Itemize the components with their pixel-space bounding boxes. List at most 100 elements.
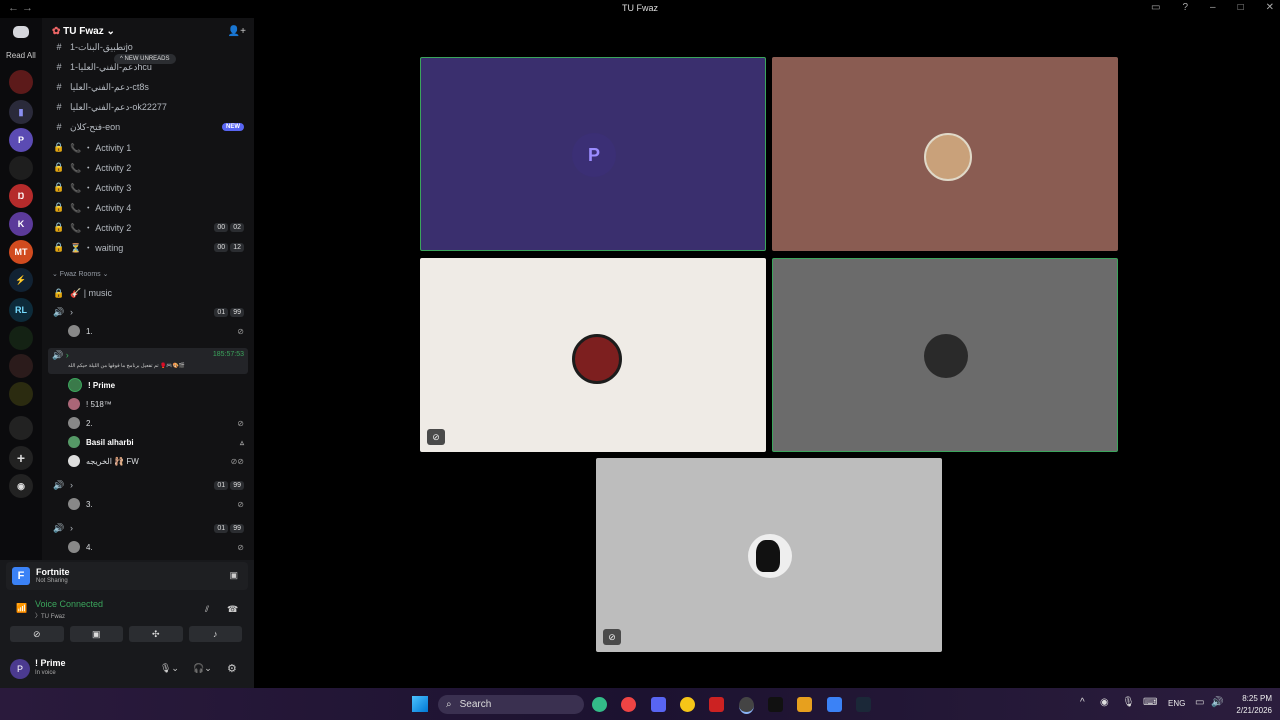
voice-channel[interactable]: 🔊 › 01 99 — [52, 303, 248, 321]
avatar — [68, 541, 80, 553]
voice-channel[interactable]: 🔊 › 01 99 — [52, 519, 248, 537]
hashtag-icon: # — [56, 42, 62, 52]
muted-icon: ⊘ — [427, 429, 445, 445]
add-server-icon[interactable]: + — [9, 446, 33, 470]
channel-item[interactable]: # دعم-الفني-العليا-ok22277 — [52, 98, 248, 116]
server-icon[interactable] — [9, 354, 33, 378]
channel-item[interactable]: 🔒 📞 ・ Activity 2 00 02 — [52, 218, 248, 236]
participant-tile[interactable] — [772, 258, 1118, 452]
server-icon[interactable] — [9, 326, 33, 350]
channel-item[interactable]: 🔒 📞 ・ Activity 3 — [52, 178, 248, 196]
minimize-button[interactable]: – — [1210, 2, 1216, 13]
server-icon[interactable]: K — [9, 212, 33, 236]
app-icon[interactable] — [680, 697, 695, 712]
channel-label: 📞 ・ Activity 4 — [70, 202, 132, 213]
screen-share-icon[interactable]: ▣ — [229, 570, 238, 581]
app-icon[interactable] — [768, 697, 783, 712]
close-button[interactable]: ✕ — [1266, 2, 1274, 13]
windows-start-icon[interactable] — [412, 696, 428, 712]
app-icon[interactable] — [797, 697, 812, 712]
inbox-icon[interactable]: ▭ — [1151, 2, 1160, 13]
activity-card[interactable]: F Fortnite Not Sharing ▣ — [6, 562, 248, 590]
server-icon[interactable]: ▮ — [9, 100, 33, 124]
voice-member[interactable]: ! Prime — [68, 377, 248, 393]
obs-icon[interactable] — [739, 697, 754, 714]
user-avatar[interactable]: P — [10, 659, 30, 679]
taskbar-search[interactable]: ⌕ Search — [438, 695, 584, 714]
participant-tile[interactable]: ⊘ — [596, 458, 942, 652]
screen-share-button[interactable]: ▣ — [69, 626, 123, 642]
microphone-icon[interactable]: 🎙⌄ — [160, 663, 179, 674]
account-name[interactable]: ! Prime — [35, 658, 66, 668]
clock-date[interactable]: 2/21/2026 — [1232, 706, 1272, 715]
disconnect-icon[interactable]: ☎ — [227, 604, 238, 615]
avatar — [748, 534, 792, 578]
user-panel: F Fortnite Not Sharing ▣ 📶 Voice Connect… — [0, 560, 254, 688]
server-icon[interactable]: ⚡ — [9, 268, 33, 292]
new-unreads-pill[interactable]: ^ NEW UNREADS — [114, 54, 176, 64]
tray-chevron-icon[interactable]: ^ — [1080, 697, 1085, 708]
fortnite-icon[interactable] — [827, 697, 842, 712]
app-icon[interactable] — [709, 697, 724, 712]
voice-channel-name[interactable]: 〉TU Fwaz — [35, 611, 65, 620]
server-icon[interactable] — [9, 156, 33, 180]
signal-icon: 📶 — [16, 603, 28, 613]
discord-icon[interactable] — [651, 697, 666, 712]
noise-suppression-icon[interactable]: ⫽ — [205, 604, 209, 615]
settings-gear-icon[interactable]: ⚙ — [227, 662, 237, 675]
category-fwaz-rooms[interactable]: ⌄ Fwaz Rooms ⌄ — [52, 270, 108, 278]
server-icon[interactable]: P — [9, 128, 33, 152]
voice-member[interactable]: 3. ⊘ — [68, 496, 248, 512]
network-icon[interactable]: ▭ — [1195, 697, 1204, 708]
headphones-icon[interactable]: 🎧⌄ — [193, 663, 212, 674]
server-icon[interactable] — [9, 70, 33, 94]
server-name: TU Fwaz — [63, 26, 104, 37]
channel-item[interactable]: 🔒 📞 ・ Activity 1 — [52, 138, 248, 156]
speaker-icon: 🔊 › — [52, 350, 69, 360]
channel-item[interactable]: # فتح-كلان-eon NEW — [52, 118, 248, 136]
channel-item[interactable]: 🔒 📞 ・ Activity 4 — [52, 198, 248, 216]
read-all-button[interactable]: Read All — [6, 51, 36, 60]
server-icon[interactable]: Ŋ — [9, 184, 33, 208]
activities-icon[interactable]: ✣ — [129, 626, 183, 642]
game-icon: ▵ — [239, 437, 244, 447]
voice-status[interactable]: Voice Connected — [35, 599, 103, 609]
server-icon[interactable] — [9, 382, 33, 406]
chrome-icon[interactable] — [621, 697, 636, 712]
volume-icon[interactable]: 🔊 — [1211, 697, 1223, 708]
voice-member[interactable]: Basil alharbi ▵ — [68, 434, 248, 450]
active-voice-channel[interactable]: 🔊 › 185:57:53 تم تفعيل برنامج ما فوقها م… — [48, 348, 248, 374]
participant-tile[interactable]: ⊘ — [420, 258, 766, 452]
channel-item[interactable]: 🔒 📞 ・ Activity 2 — [52, 158, 248, 176]
voice-member[interactable]: 4. ⊘ — [68, 539, 248, 555]
app-icon[interactable] — [592, 697, 607, 712]
clock-time[interactable]: 8:25 PM — [1232, 694, 1272, 703]
server-icon[interactable]: RL — [9, 298, 33, 322]
voice-member[interactable]: 2. ⊘ — [68, 415, 248, 431]
channel-music[interactable]: 🔒 🎸 | music — [52, 284, 248, 302]
language-indicator[interactable]: ENG — [1168, 699, 1185, 708]
voice-member[interactable]: 1. ⊘ — [68, 323, 248, 339]
camera-off-icon[interactable]: ⊘ — [10, 626, 64, 642]
tray-icon[interactable]: ◉ — [1100, 697, 1109, 708]
participant-tile[interactable]: P — [420, 57, 766, 251]
microphone-icon[interactable]: 🎙 — [1122, 697, 1135, 708]
keyboard-icon[interactable]: ⌨ — [1143, 697, 1157, 708]
discover-icon[interactable]: ◉ — [9, 474, 33, 498]
channel-item[interactable]: # دعم-الفني-العليا-ct8s — [52, 78, 248, 96]
discord-home-icon[interactable] — [13, 26, 29, 38]
deafened-icon: ⊘ — [237, 499, 244, 509]
voice-member[interactable]: ! 518™ — [68, 396, 248, 412]
server-icon[interactable]: MT — [9, 240, 33, 264]
server-folder-icon[interactable] — [9, 416, 33, 440]
invite-icon[interactable]: 👤+ — [228, 26, 246, 37]
voice-channel[interactable]: 🔊 › 01 99 — [52, 476, 248, 494]
participant-tile[interactable] — [772, 57, 1118, 251]
soundboard-icon[interactable]: ♪ — [188, 626, 242, 642]
maximize-button[interactable]: □ — [1238, 2, 1244, 13]
fortnite-icon: F — [12, 567, 30, 585]
steam-icon[interactable] — [856, 697, 871, 712]
voice-member[interactable]: الخريجه 🩰 FW ⊘⊘ — [68, 453, 248, 469]
help-icon[interactable]: ? — [1182, 2, 1188, 13]
channel-item[interactable]: 🔒 ⏳ ・ waiting 00 12 — [52, 238, 248, 256]
